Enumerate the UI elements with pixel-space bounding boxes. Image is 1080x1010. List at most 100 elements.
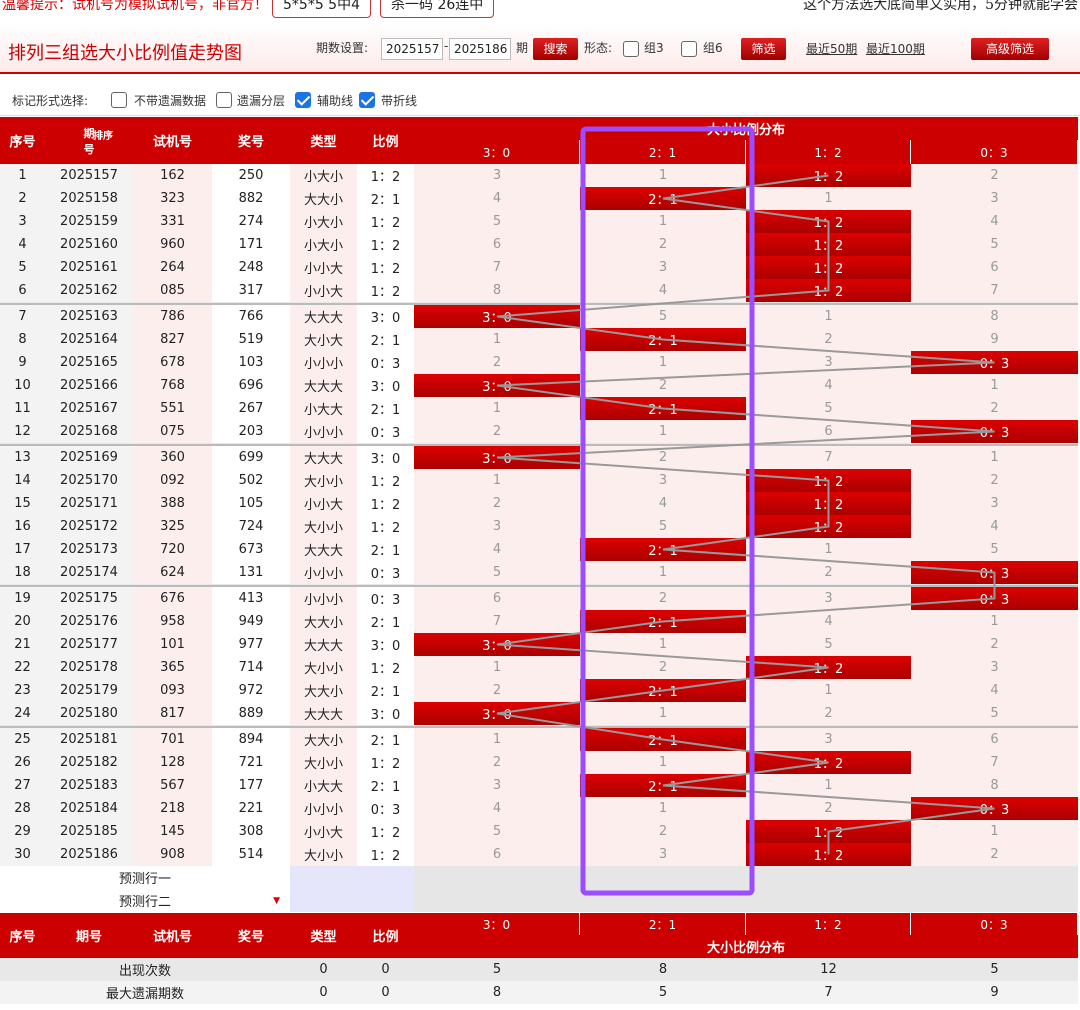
hit-cell: 3：0 [414, 702, 580, 725]
row-ratio: 1：2 [357, 210, 414, 233]
row-prize: 714 [212, 656, 290, 679]
miss-cell: 2 [911, 397, 1078, 420]
row-trial: 958 [133, 610, 212, 633]
row-issue: 2025162 [45, 279, 133, 302]
group6-checkbox[interactable] [681, 41, 697, 57]
miss-cell: 4 [580, 279, 746, 302]
row-trial: 331 [133, 210, 212, 233]
recent-100-link[interactable]: 最近100期 [866, 40, 925, 57]
row-prize: 696 [212, 374, 290, 397]
period-unit: 期 [516, 41, 529, 55]
row-ratio: 3：0 [357, 305, 414, 328]
miss-layer-checkbox[interactable] [216, 92, 232, 108]
row-prize: 177 [212, 774, 290, 797]
guide-line-label: 辅助线 [317, 94, 354, 108]
period-to-input[interactable]: 2025186 [449, 38, 511, 60]
filter-button[interactable]: 筛选 [741, 38, 786, 60]
no-miss-data-checkbox[interactable] [111, 92, 127, 108]
polyline-checkbox[interactable] [359, 92, 375, 108]
miss-cell: 4 [911, 515, 1078, 538]
row-type: 大大大 [290, 633, 357, 656]
row-issue: 2025179 [45, 679, 133, 702]
row-trial: 960 [133, 233, 212, 256]
stat-value: 7 [746, 981, 911, 1004]
period-from-input[interactable]: 2025157 [381, 38, 443, 60]
promo-pill-1[interactable]: 5*5*5 5中4 [272, 0, 371, 18]
advanced-filter-button[interactable]: 高级筛选 [971, 38, 1049, 60]
sort-icon[interactable]: 排序 [93, 127, 113, 142]
miss-cell: 2 [580, 656, 746, 679]
group3-checkbox[interactable] [623, 41, 639, 57]
row-issue: 2025160 [45, 233, 133, 256]
row-ratio: 0：3 [357, 420, 414, 443]
miss-cell: 8 [911, 305, 1078, 328]
stat-value: 5 [911, 958, 1078, 981]
row-type: 小小大 [290, 492, 357, 515]
predict-area-2 [414, 889, 1078, 912]
stat-value: 12 [746, 958, 911, 981]
footer-distribution: 大小比例分布 [414, 935, 1078, 958]
hit-cell: 1：2 [746, 492, 911, 515]
row-ratio: 2：1 [357, 187, 414, 210]
miss-cell: 2 [911, 164, 1078, 187]
row-seq: 22 [0, 656, 45, 679]
row-type: 大大大 [290, 538, 357, 561]
row-seq: 16 [0, 515, 45, 538]
row-seq: 18 [0, 561, 45, 584]
miss-cell: 3 [414, 774, 580, 797]
row-issue: 2025178 [45, 656, 133, 679]
miss-cell: 9 [911, 328, 1078, 351]
row-trial: 624 [133, 561, 212, 584]
miss-cell: 1 [414, 656, 580, 679]
top-banner: 温馨提示：试机号为模拟试机号，非官方！ 5*5*5 5中4 杀一码 26连中 这… [0, 0, 1080, 20]
row-issue: 2025163 [45, 305, 133, 328]
predict-area-1 [414, 866, 1078, 889]
row-seq: 30 [0, 843, 45, 866]
miss-cell: 2 [746, 328, 911, 351]
row-trial: 786 [133, 305, 212, 328]
marker-label: 标记形式选择: [12, 94, 89, 108]
miss-cell: 2 [414, 420, 580, 443]
row-seq: 4 [0, 233, 45, 256]
row-prize: 502 [212, 469, 290, 492]
miss-cell: 6 [414, 587, 580, 610]
guide-line-checkbox[interactable] [295, 92, 311, 108]
stat-b: 0 [357, 981, 414, 1004]
miss-cell: 5 [580, 515, 746, 538]
row-issue: 2025185 [45, 820, 133, 843]
row-ratio: 1：2 [357, 820, 414, 843]
header-distribution: 大小比例分布 [414, 117, 1078, 140]
search-button[interactable]: 搜索 [533, 38, 578, 60]
miss-cell: 5 [746, 633, 911, 656]
row-prize: 894 [212, 728, 290, 751]
row-seq: 27 [0, 774, 45, 797]
row-issue: 2025183 [45, 774, 133, 797]
footer-seq: 序号 [0, 913, 45, 958]
row-trial: 388 [133, 492, 212, 515]
row-ratio: 2：1 [357, 397, 414, 420]
row-type: 大大大 [290, 374, 357, 397]
row-ratio: 2：1 [357, 610, 414, 633]
hit-cell: 2：1 [580, 328, 746, 351]
row-trial: 827 [133, 328, 212, 351]
footer-trial: 试机号 [133, 913, 212, 958]
row-issue: 2025172 [45, 515, 133, 538]
miss-cell: 1 [414, 328, 580, 351]
row-trial: 092 [133, 469, 212, 492]
row-prize: 673 [212, 538, 290, 561]
row-ratio: 1：2 [357, 164, 414, 187]
row-seq: 14 [0, 469, 45, 492]
promo-pill-2[interactable]: 杀一码 26连中 [380, 0, 495, 18]
miss-cell: 1 [911, 374, 1078, 397]
row-seq: 26 [0, 751, 45, 774]
hit-cell: 1：2 [746, 820, 911, 843]
expand-arrow-icon[interactable]: ▼ [273, 896, 280, 906]
miss-cell: 1 [911, 610, 1078, 633]
hit-cell: 3：0 [414, 305, 580, 328]
recent-50-link[interactable]: 最近50期 [806, 40, 857, 57]
row-type: 大大小 [290, 610, 357, 633]
miss-cell: 6 [414, 843, 580, 866]
notice-text: 温馨提示：试机号为模拟试机号，非官方！ [2, 0, 268, 13]
hit-cell: 2：1 [580, 679, 746, 702]
promo-link[interactable]: 这个方法选大底简单又实用，5分钟就能学会 [803, 0, 1078, 14]
